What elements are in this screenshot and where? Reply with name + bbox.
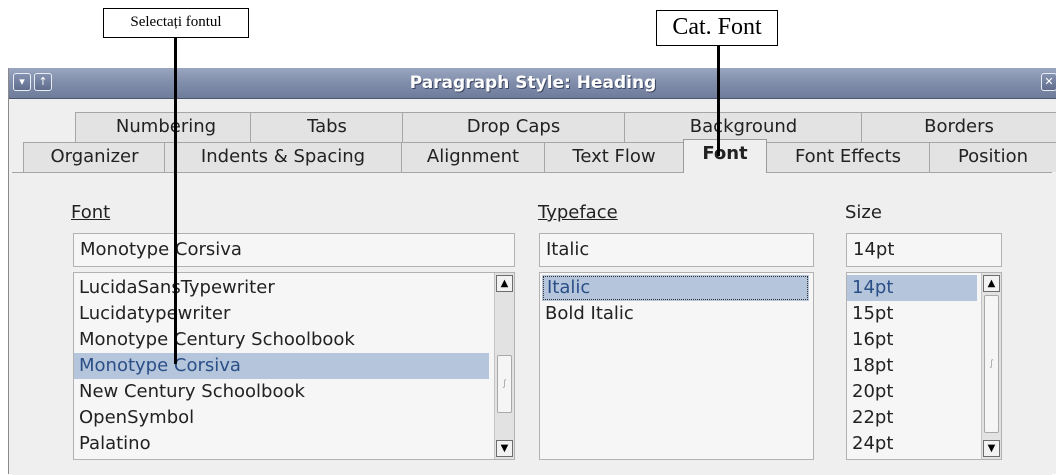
font-name-field[interactable]: Monotype Corsiva <box>73 233 515 267</box>
tab-indents-spacing[interactable]: Indents & Spacing <box>164 142 402 172</box>
list-item-selected[interactable]: 14pt <box>847 275 977 301</box>
font-list[interactable]: LucidaSansTypewriter Lucidatypewriter Mo… <box>73 272 515 460</box>
tab-font-effects[interactable]: Font Effects <box>766 142 930 172</box>
list-item[interactable]: Monotype Century Schoolbook <box>74 327 479 353</box>
tab-drop-caps[interactable]: Drop Caps <box>402 112 625 142</box>
size-list[interactable]: 14pt 15pt 16pt 18pt 20pt 22pt 24pt ▲ ∫ ▼ <box>846 272 1002 460</box>
tab-numbering[interactable]: Numbering <box>75 112 257 142</box>
list-item[interactable]: 24pt <box>847 431 972 457</box>
callout-font-category: Cat. Font <box>656 10 778 46</box>
callout-leader-line <box>174 38 177 364</box>
callout-leader-line <box>717 46 720 156</box>
callout-select-font: Selectați fontul <box>103 8 249 38</box>
list-item[interactable]: Palatino <box>74 431 479 457</box>
list-item[interactable]: Bold Italic <box>540 301 807 327</box>
list-item-selected[interactable]: Monotype Corsiva <box>74 353 489 379</box>
close-icon[interactable]: ✕ <box>1041 73 1056 91</box>
list-item[interactable]: 18pt <box>847 353 972 379</box>
tab-background[interactable]: Background <box>624 112 863 142</box>
tab-borders[interactable]: Borders <box>861 112 1056 142</box>
tab-font[interactable]: Font <box>683 139 767 173</box>
typeface-label-text: Typeface <box>538 202 618 223</box>
scroll-grip-icon[interactable]: ∫ <box>984 295 999 433</box>
size-field[interactable]: 14pt <box>846 233 1002 267</box>
list-item[interactable]: Lucidatypewriter <box>74 301 479 327</box>
tab-organizer[interactable]: Organizer <box>23 142 166 172</box>
list-item[interactable]: New Century Schoolbook <box>74 379 479 405</box>
tab-tabs[interactable]: Tabs <box>250 112 404 142</box>
list-item[interactable]: 20pt <box>847 379 972 405</box>
size-label: Size <box>845 202 882 223</box>
font-label-text: Font <box>71 202 111 223</box>
font-list-scrollbar[interactable]: ▲ ∫ ▼ <box>494 273 514 459</box>
list-item[interactable]: OpenSymbol <box>74 405 479 431</box>
tab-position[interactable]: Position <box>929 142 1056 172</box>
size-list-scrollbar[interactable]: ▲ ∫ ▼ <box>981 273 1001 459</box>
title-bar[interactable]: ▾ ↑ Paragraph Style: Heading ✕ <box>9 68 1056 99</box>
scroll-up-icon[interactable]: ▲ <box>983 275 1000 292</box>
tab-alignment[interactable]: Alignment <box>401 142 545 172</box>
tab-text-flow[interactable]: Text Flow <box>544 142 684 172</box>
typeface-list[interactable]: Italic Bold Italic <box>539 272 814 460</box>
scroll-up-icon[interactable]: ▲ <box>496 275 513 292</box>
typeface-field[interactable]: Italic <box>539 233 814 267</box>
window-title: Paragraph Style: Heading <box>409 73 657 93</box>
list-item[interactable]: LucidaSansTypewriter <box>74 275 479 301</box>
scroll-grip-icon[interactable]: ∫ <box>497 355 512 413</box>
paragraph-style-dialog: ▾ ↑ Paragraph Style: Heading ✕ Numbering… <box>8 68 1056 475</box>
font-label: Font <box>71 202 110 223</box>
list-item[interactable]: 22pt <box>847 405 972 431</box>
scroll-down-icon[interactable]: ▼ <box>983 440 1000 457</box>
typeface-label: Typeface <box>538 202 618 223</box>
list-item[interactable]: 16pt <box>847 327 972 353</box>
list-item-selected[interactable]: Italic <box>542 275 809 301</box>
scroll-down-icon[interactable]: ▼ <box>496 440 513 457</box>
list-item[interactable]: 15pt <box>847 301 972 327</box>
size-label-text: Size <box>845 202 882 223</box>
